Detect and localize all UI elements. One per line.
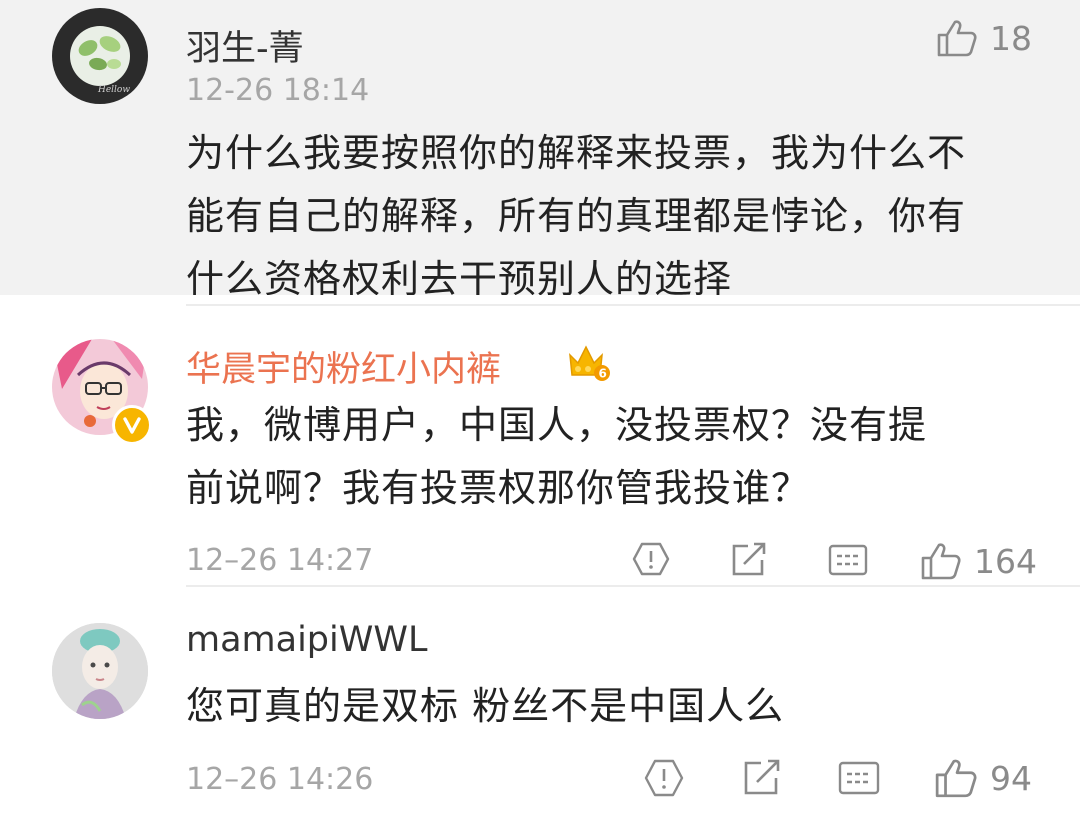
comment-text-line: 为什么我要按照你的解释来投票，我为什么不 xyxy=(186,131,967,175)
like-button[interactable]: 94 xyxy=(934,756,1032,800)
comment-text-line: 能有自己的解释，所有的真理都是悖论，你有 xyxy=(186,194,967,238)
like-button[interactable]: 164 xyxy=(920,539,1037,583)
reply-icon[interactable] xyxy=(828,543,868,577)
comment-text: 我，微博用户，中国人，没投票权？没有提 前说啊？我有投票权那你管我投谁？ xyxy=(186,394,1026,520)
comment-item: mamaipiWWL 您可真的是双标 粉丝不是中国人么 12–26 14:26 … xyxy=(0,585,1080,830)
like-count: 18 xyxy=(990,18,1032,58)
comment-text-line: 我，微博用户，中国人，没投票权？没有提 xyxy=(186,403,928,447)
comment-item: 华晨宇的粉红小内裤 6 我，微博用户，中国人，没投票权？没有提 前说啊？我有投票… xyxy=(0,295,1080,585)
username[interactable]: mamaipiWWL xyxy=(186,620,427,660)
username[interactable]: 羽生-菁 xyxy=(186,20,304,71)
verified-badge xyxy=(112,405,152,445)
user-avatar[interactable]: Hellow xyxy=(52,8,148,104)
share-icon[interactable] xyxy=(730,542,768,578)
comment-text-line: 前说啊？我有投票权那你管我投谁？ xyxy=(186,466,811,510)
report-icon[interactable] xyxy=(632,542,670,576)
svg-text:6: 6 xyxy=(599,367,607,381)
share-icon[interactable] xyxy=(742,759,782,797)
svg-text:Hellow: Hellow xyxy=(97,85,130,95)
leaf-photo-avatar-icon: Hellow xyxy=(52,8,148,104)
comment-text-line: 您可真的是双标 粉丝不是中国人么 xyxy=(186,684,785,728)
username[interactable]: 华晨宇的粉红小内裤 xyxy=(186,341,501,392)
divider xyxy=(186,585,1080,587)
child-portrait-avatar-icon xyxy=(52,623,148,719)
user-avatar[interactable] xyxy=(52,623,148,719)
comment-time: 12–26 14:26 xyxy=(186,762,374,797)
thumbs-up-icon xyxy=(921,543,961,580)
report-icon[interactable] xyxy=(644,759,684,797)
divider xyxy=(186,304,1080,306)
comment-text: 您可真的是双标 粉丝不是中国人么 xyxy=(186,675,1026,738)
crown-6-icon: 6 xyxy=(569,345,610,381)
comment-time: 12-26 18:14 xyxy=(186,73,370,108)
comment-text: 为什么我要按照你的解释来投票，我为什么不 能有自己的解释，所有的真理都是悖论，你… xyxy=(186,122,1026,311)
like-count: 94 xyxy=(990,758,1032,798)
thumbs-up-icon xyxy=(935,759,977,798)
like-button[interactable]: 18 xyxy=(936,16,1032,60)
comment-item: Hellow 羽生-菁 12-26 18:14 18 为什么我要按照你的解释来投… xyxy=(0,0,1080,301)
comment-time: 12–26 14:27 xyxy=(186,543,374,578)
like-count: 164 xyxy=(974,541,1037,581)
thumbs-up-icon xyxy=(937,20,977,57)
verified-v-icon xyxy=(123,417,141,434)
reply-icon[interactable] xyxy=(838,760,880,796)
